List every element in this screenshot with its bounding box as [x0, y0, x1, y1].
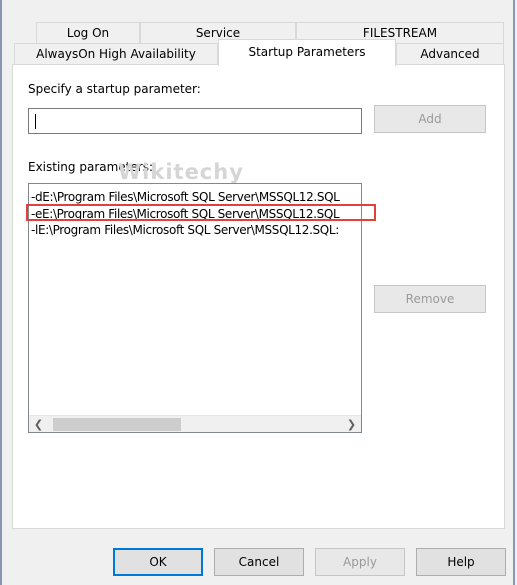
help-button[interactable]: Help — [416, 548, 506, 576]
window-frame-left — [0, 0, 2, 585]
specify-parameter-label: Specify a startup parameter: — [28, 82, 201, 96]
tab-startup-parameters[interactable]: Startup Parameters — [218, 39, 396, 66]
chevron-left-icon[interactable]: ❮ — [30, 416, 47, 432]
apply-button[interactable]: Apply — [315, 548, 405, 576]
chevron-right-icon[interactable]: ❯ — [343, 416, 360, 432]
tab-advanced[interactable]: Advanced — [396, 43, 504, 65]
list-item[interactable]: -lE:\Program Files\Microsoft SQL Server\… — [31, 222, 339, 238]
list-item[interactable]: -dE:\Program Files\Microsoft SQL Server\… — [31, 189, 340, 205]
tab-alwayson-high-availability[interactable]: AlwaysOn High Availability — [14, 43, 218, 65]
scrollbar-thumb[interactable] — [53, 418, 181, 431]
horizontal-scrollbar[interactable]: ❮ ❯ — [29, 415, 361, 432]
text-caret — [35, 114, 36, 129]
startup-parameter-input[interactable] — [28, 108, 362, 134]
cancel-button[interactable]: Cancel — [214, 548, 304, 576]
add-button[interactable]: Add — [374, 105, 486, 133]
window-frame-right — [513, 0, 515, 585]
highlighted-parameter-box — [26, 204, 376, 221]
watermark-logo: Wikitechy — [118, 160, 244, 184]
ok-button[interactable]: OK — [113, 548, 203, 576]
tab-log-on[interactable]: Log On — [36, 22, 140, 43]
remove-button[interactable]: Remove — [374, 285, 486, 313]
